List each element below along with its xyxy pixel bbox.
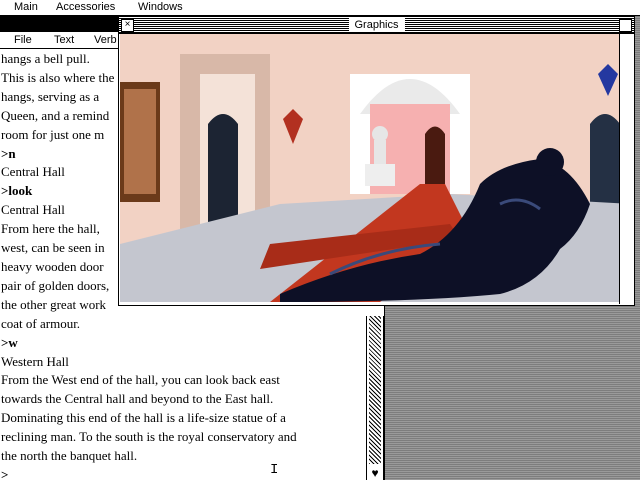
transcript-line: reclining man. To the south is the royal… — [1, 429, 297, 445]
transcript-line: coat of armour. — [1, 315, 81, 331]
text-cursor-icon: I — [270, 462, 279, 478]
close-icon[interactable]: × — [121, 19, 134, 32]
hall-scene-image — [120, 34, 632, 302]
menu-accessories[interactable]: Accessories — [56, 0, 115, 15]
top-menu-bar: Main Accessories Windows — [0, 0, 640, 16]
graphics-window-scrollbar[interactable] — [619, 34, 634, 304]
transcript-line: >w — [1, 334, 18, 350]
graphics-window-title: Graphics — [348, 18, 405, 32]
transcript-line: From the West end of the hall, you can l… — [1, 372, 280, 388]
graphics-window: × Graphics — [118, 16, 635, 306]
transcript-line: Western Hall — [1, 353, 69, 369]
zoom-box-icon[interactable] — [619, 19, 632, 32]
menu-windows[interactable]: Windows — [138, 0, 183, 15]
menu-file[interactable]: File — [14, 33, 32, 48]
graphics-window-titlebar[interactable]: × Graphics — [119, 17, 634, 34]
vertical-scrollbar[interactable]: ♥ — [366, 316, 384, 480]
transcript-line: the north the banquet hall. — [1, 448, 138, 464]
transcript-line: > — [1, 466, 9, 480]
heart-icon[interactable]: ♥ — [367, 466, 383, 480]
transcript-line: Dominating this end of the hall is a lif… — [1, 410, 286, 426]
menu-main[interactable]: Main — [14, 0, 38, 15]
menu-text[interactable]: Text — [54, 33, 74, 48]
menu-verb[interactable]: Verb — [94, 33, 117, 48]
transcript-line: towards the Central hall and beyond to t… — [1, 391, 274, 407]
scrollbar-track[interactable] — [369, 316, 381, 464]
